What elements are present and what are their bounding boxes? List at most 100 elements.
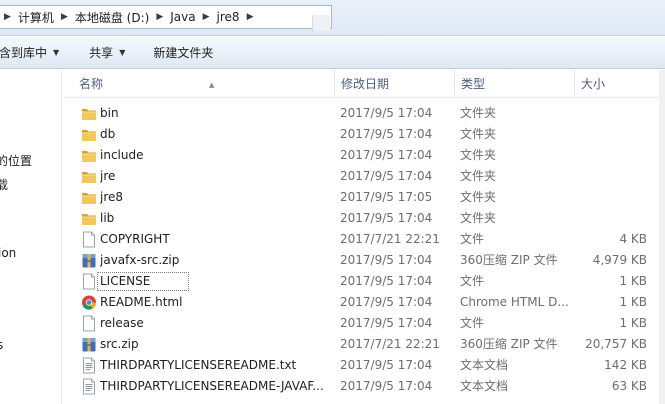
file-size: 1 KB — [619, 295, 647, 309]
file-name: javafx-src.zip — [100, 253, 180, 267]
nav-item-application[interactable]: ion — [0, 246, 16, 260]
column-header-date[interactable]: 修改日期 — [335, 70, 455, 98]
nav-item-recent-places[interactable]: 的位置 — [0, 152, 32, 169]
file-size — [575, 124, 647, 145]
nav-item-downloads[interactable]: 载 — [0, 176, 8, 193]
text-file-icon — [81, 378, 97, 395]
file-date: 2017/9/5 17:04 — [340, 379, 433, 393]
include-in-library-button[interactable]: 含到库中 ▼ — [0, 37, 69, 68]
new-folder-label: 新建文件夹 — [153, 46, 214, 60]
file-name: lib — [100, 211, 115, 225]
file-name: THIRDPARTYLICENSEREADME-JAVAF... — [100, 379, 324, 393]
file-row[interactable]: release 2017/9/5 17:04 文件 1 KB — [63, 313, 665, 334]
file-name: jre8 — [100, 190, 124, 204]
file-type: 文本文档 — [460, 379, 509, 393]
folder-icon — [81, 189, 97, 206]
file-type: 文件夹 — [460, 211, 497, 225]
file-date: 2017/9/5 17:04 — [340, 253, 433, 267]
file-date: 2017/7/21 22:21 — [340, 337, 440, 351]
file-date: 2017/9/5 17:04 — [340, 211, 433, 225]
breadcrumb-jre8[interactable]: jre8 — [212, 10, 245, 24]
file-row[interactable]: bin 2017/9/5 17:04 文件夹 — [63, 103, 665, 124]
file-rows: bin 2017/9/5 17:04 文件夹 db 2017/9/5 17:04 文件夹… — [63, 103, 665, 397]
zip-archive-icon — [81, 336, 97, 353]
file-row[interactable]: README.html 2017/9/5 17:04 Chrome HTML D..… — [63, 292, 665, 313]
chrome-icon — [81, 294, 97, 311]
navigation-pane: 的位置 载 ion s — [0, 70, 62, 404]
file-icon — [81, 231, 97, 248]
file-icon — [81, 315, 97, 332]
file-size: 4 KB — [619, 232, 647, 246]
file-type: Chrome HTML D... — [460, 295, 569, 309]
file-row[interactable]: THIRDPARTYLICENSEREADME.txt 2017/9/5 17:0… — [63, 355, 665, 376]
file-name: bin — [100, 106, 119, 120]
caret-down-icon: ▼ — [53, 48, 60, 57]
file-row[interactable]: javafx-src.zip 2017/9/5 17:04 360压缩 ZIP 文件… — [63, 250, 665, 271]
breadcrumb-java[interactable]: Java — [165, 10, 200, 24]
file-size: 20,757 KB — [585, 337, 647, 351]
sort-ascending-icon: ▲ — [209, 81, 215, 89]
file-type: 文件夹 — [460, 148, 497, 162]
text-file-icon — [81, 357, 97, 374]
chevron-right-icon[interactable]: ▶ — [59, 12, 70, 22]
file-size: 142 KB — [604, 358, 647, 372]
file-name: src.zip — [100, 337, 139, 351]
file-name: THIRDPARTYLICENSEREADME.txt — [100, 358, 297, 372]
breadcrumb-drive-d[interactable]: 本地磁盘 (D:) — [70, 9, 154, 26]
folder-icon — [81, 210, 97, 227]
include-in-library-label: 含到库中 — [0, 46, 48, 60]
file-icon — [81, 273, 97, 290]
breadcrumb: ▶ 计算机 ▶ 本地磁盘 (D:) ▶ Java ▶ jre8 ▶ — [2, 6, 255, 28]
file-size: 1 KB — [619, 316, 647, 330]
column-headers: 名称 ▲ 修改日期 类型 大小 — [63, 70, 665, 98]
file-type: 文件夹 — [460, 106, 497, 120]
file-type: 文件夹 — [460, 127, 497, 141]
file-row[interactable]: THIRDPARTYLICENSEREADME-JAVAF... 2017/9/5… — [63, 376, 665, 397]
chevron-right-icon[interactable]: ▶ — [245, 12, 256, 22]
file-name: README.html — [100, 295, 183, 309]
file-date: 2017/9/5 17:04 — [340, 274, 433, 288]
file-name: LICENSE — [100, 274, 151, 288]
share-label: 共享 — [89, 46, 114, 60]
file-date: 2017/9/5 17:04 — [340, 358, 433, 372]
new-folder-button[interactable]: 新建文件夹 — [143, 37, 223, 68]
file-type: 文本文档 — [460, 358, 509, 372]
file-row[interactable]: LICENSE 2017/9/5 17:04 文件 1 KB — [63, 271, 665, 292]
breadcrumb-computer[interactable]: 计算机 — [13, 9, 59, 26]
address-dropdown-button[interactable] — [312, 15, 330, 31]
chevron-right-icon[interactable]: ▶ — [154, 12, 165, 22]
file-row[interactable]: src.zip 2017/7/21 22:21 360压缩 ZIP 文件 20,757… — [63, 334, 665, 355]
column-type-label: 类型 — [461, 77, 486, 91]
file-name: jre — [100, 169, 116, 183]
chevron-right-icon[interactable]: ▶ — [2, 12, 13, 22]
file-row[interactable]: db 2017/9/5 17:04 文件夹 — [63, 124, 665, 145]
file-date: 2017/9/5 17:04 — [340, 127, 433, 141]
folder-icon — [81, 126, 97, 143]
file-name: include — [100, 148, 144, 162]
nav-item-partial[interactable]: s — [0, 338, 3, 352]
file-row[interactable]: lib 2017/9/5 17:04 文件夹 — [63, 208, 665, 229]
file-size: 4,979 KB — [592, 253, 647, 267]
column-header-type[interactable]: 类型 — [455, 70, 575, 98]
zip-archive-icon — [81, 252, 97, 269]
file-size — [575, 187, 647, 208]
file-date: 2017/9/5 17:04 — [340, 295, 433, 309]
file-row[interactable]: jre 2017/9/5 17:04 文件夹 — [63, 166, 665, 187]
file-row[interactable]: jre8 2017/9/5 17:05 文件夹 — [63, 187, 665, 208]
column-header-name[interactable]: 名称 ▲ — [73, 70, 335, 98]
file-type: 文件 — [460, 232, 485, 246]
file-list: 名称 ▲ 修改日期 类型 大小 bin 2017/9/5 17:04 文件夹 db 2… — [63, 70, 665, 404]
file-type: 文件夹 — [460, 169, 497, 183]
address-bar-area: ▶ 计算机 ▶ 本地磁盘 (D:) ▶ Java ▶ jre8 ▶ — [0, 0, 665, 36]
file-date: 2017/9/5 17:04 — [340, 316, 433, 330]
file-name: db — [100, 127, 116, 141]
vertical-scrollbar[interactable] — [659, 70, 665, 404]
chevron-right-icon[interactable]: ▶ — [201, 12, 212, 22]
address-bar[interactable]: ▶ 计算机 ▶ 本地磁盘 (D:) ▶ Java ▶ jre8 ▶ — [0, 5, 332, 31]
command-bar: 含到库中 ▼ 共享 ▼ 新建文件夹 — [0, 37, 665, 69]
column-header-size[interactable]: 大小 — [575, 70, 665, 98]
file-row[interactable]: COPYRIGHT 2017/7/21 22:21 文件 4 KB — [63, 229, 665, 250]
file-size: 1 KB — [619, 274, 647, 288]
file-row[interactable]: include 2017/9/5 17:04 文件夹 — [63, 145, 665, 166]
share-button[interactable]: 共享 ▼ — [79, 37, 135, 68]
